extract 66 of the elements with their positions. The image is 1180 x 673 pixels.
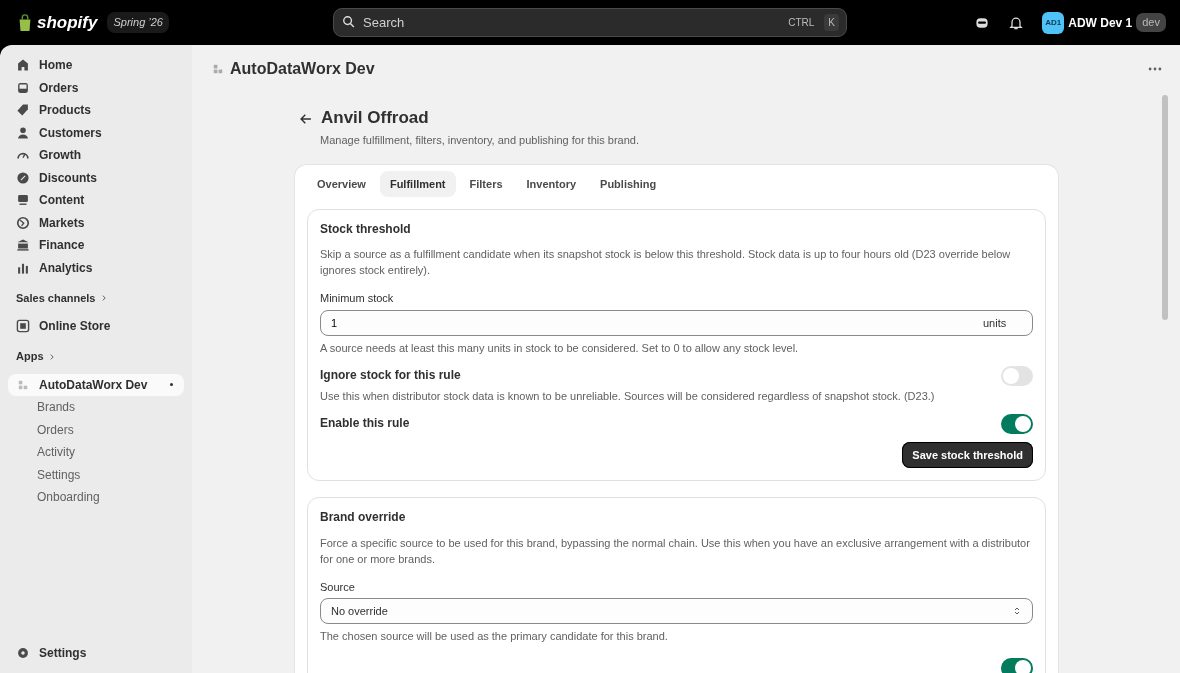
tab[interactable]: Inventory bbox=[516, 170, 587, 197]
search-icon bbox=[342, 15, 356, 29]
page-subtitle: Manage fulfillment, filters, inventory, and publishing for this brand. bbox=[320, 133, 640, 148]
bank-icon bbox=[16, 238, 30, 253]
shortcut-key: K bbox=[824, 14, 839, 31]
shortcut-key: CTRL bbox=[784, 14, 819, 31]
logo-text: shopify bbox=[37, 11, 98, 34]
tab[interactable]: Filters bbox=[459, 170, 513, 197]
save-button[interactable]: Save stock threshold bbox=[902, 441, 1033, 469]
sidebar-item[interactable]: Finance bbox=[8, 234, 184, 257]
user-name: ADW Dev 1 bbox=[1068, 14, 1133, 32]
toggle-switch[interactable] bbox=[1001, 365, 1033, 386]
help-text: The chosen source will be used as the primary candidate for this brand. bbox=[320, 629, 669, 645]
sidebar-item[interactable]: Onboarding bbox=[8, 486, 184, 509]
select-field[interactable]: No override bbox=[320, 598, 1033, 625]
toggle-switch[interactable] bbox=[1001, 658, 1033, 673]
sidebar-item[interactable]: Home bbox=[8, 54, 184, 77]
toggle-label: Ignore stock for this rule bbox=[320, 366, 462, 384]
sidebar-item[interactable]: Settings bbox=[8, 641, 184, 664]
sidebar-item[interactable]: AutoDataWorx Dev bbox=[8, 373, 184, 396]
sidebar-item[interactable]: Discounts bbox=[8, 166, 184, 189]
help-text: A source needs at least this many units in stock to be considered. Set to 0 to allow any stock level. bbox=[320, 340, 800, 356]
field-label: Minimum stock bbox=[320, 291, 395, 307]
sidebar-item[interactable]: Brands bbox=[8, 396, 184, 419]
gear-icon bbox=[16, 645, 30, 660]
field-label: Source bbox=[320, 579, 356, 595]
sidebar-item[interactable]: Settings bbox=[8, 463, 184, 486]
edition-tag: Spring ’26 bbox=[107, 12, 169, 33]
sidebar-item[interactable]: Growth bbox=[8, 144, 184, 167]
sidebar-item[interactable]: Customers bbox=[8, 121, 184, 144]
avatar[interactable]: AD1 bbox=[1042, 11, 1065, 34]
sidebar-item[interactable]: Online Store bbox=[8, 315, 184, 338]
help-text: Use this when distributor stock data is known to be unreliable. Sources will be considered regardless of snapshot stock. (D23.) bbox=[320, 388, 935, 404]
monitor-icon bbox=[16, 193, 30, 208]
store-badge: dev bbox=[1136, 13, 1166, 32]
tag-icon bbox=[16, 103, 30, 118]
toggle-label: Enable this rule bbox=[320, 414, 410, 432]
badge-icon bbox=[16, 170, 30, 185]
sidebar-item[interactable]: Orders bbox=[8, 76, 184, 99]
app-icon bbox=[212, 62, 224, 75]
app-title: AutoDataWorx Dev bbox=[230, 58, 375, 79]
tab[interactable]: Fulfillment bbox=[379, 170, 456, 197]
sidebar-item[interactable]: Orders bbox=[8, 418, 184, 441]
scrollbar[interactable] bbox=[1162, 95, 1168, 320]
person-icon bbox=[16, 125, 30, 140]
tab[interactable]: Overview bbox=[307, 170, 376, 197]
card-description: Skip a source as a fulfillment candidate when its snapshot stock is below this threshold. Stock data is up to four hours old (D23 override below ignores stock entirely). bbox=[320, 247, 1012, 279]
unit-label: units bbox=[983, 315, 1008, 331]
section-heading[interactable]: Apps bbox=[8, 345, 184, 368]
section-heading[interactable]: Sales channels bbox=[8, 287, 184, 309]
page-title: Anvil Offroad bbox=[321, 107, 429, 129]
bell-icon bbox=[1008, 15, 1025, 32]
toggle-switch[interactable] bbox=[1001, 413, 1033, 434]
sidebar-item[interactable]: Activity bbox=[8, 441, 184, 464]
chevron-updown-icon bbox=[1012, 606, 1022, 617]
store-icon bbox=[16, 319, 30, 334]
sidebar-item[interactable]: Products bbox=[8, 99, 184, 122]
sidebar-item[interactable]: Content bbox=[8, 189, 184, 212]
inbox-icon bbox=[16, 80, 30, 95]
sidebar-item[interactable]: Analytics bbox=[8, 256, 184, 279]
tab[interactable]: Publishing bbox=[590, 170, 667, 197]
sidebar-item[interactable]: Markets bbox=[8, 211, 184, 234]
card-title: Stock threshold bbox=[320, 222, 412, 237]
card-description: Force a specific source to be used for this brand, bypassing the normal chain. Use this when you have an exclusive arrangement with a distributor for one or more brands. bbox=[320, 535, 1031, 567]
card-title: Brand override bbox=[320, 510, 407, 525]
home-icon bbox=[16, 58, 30, 73]
